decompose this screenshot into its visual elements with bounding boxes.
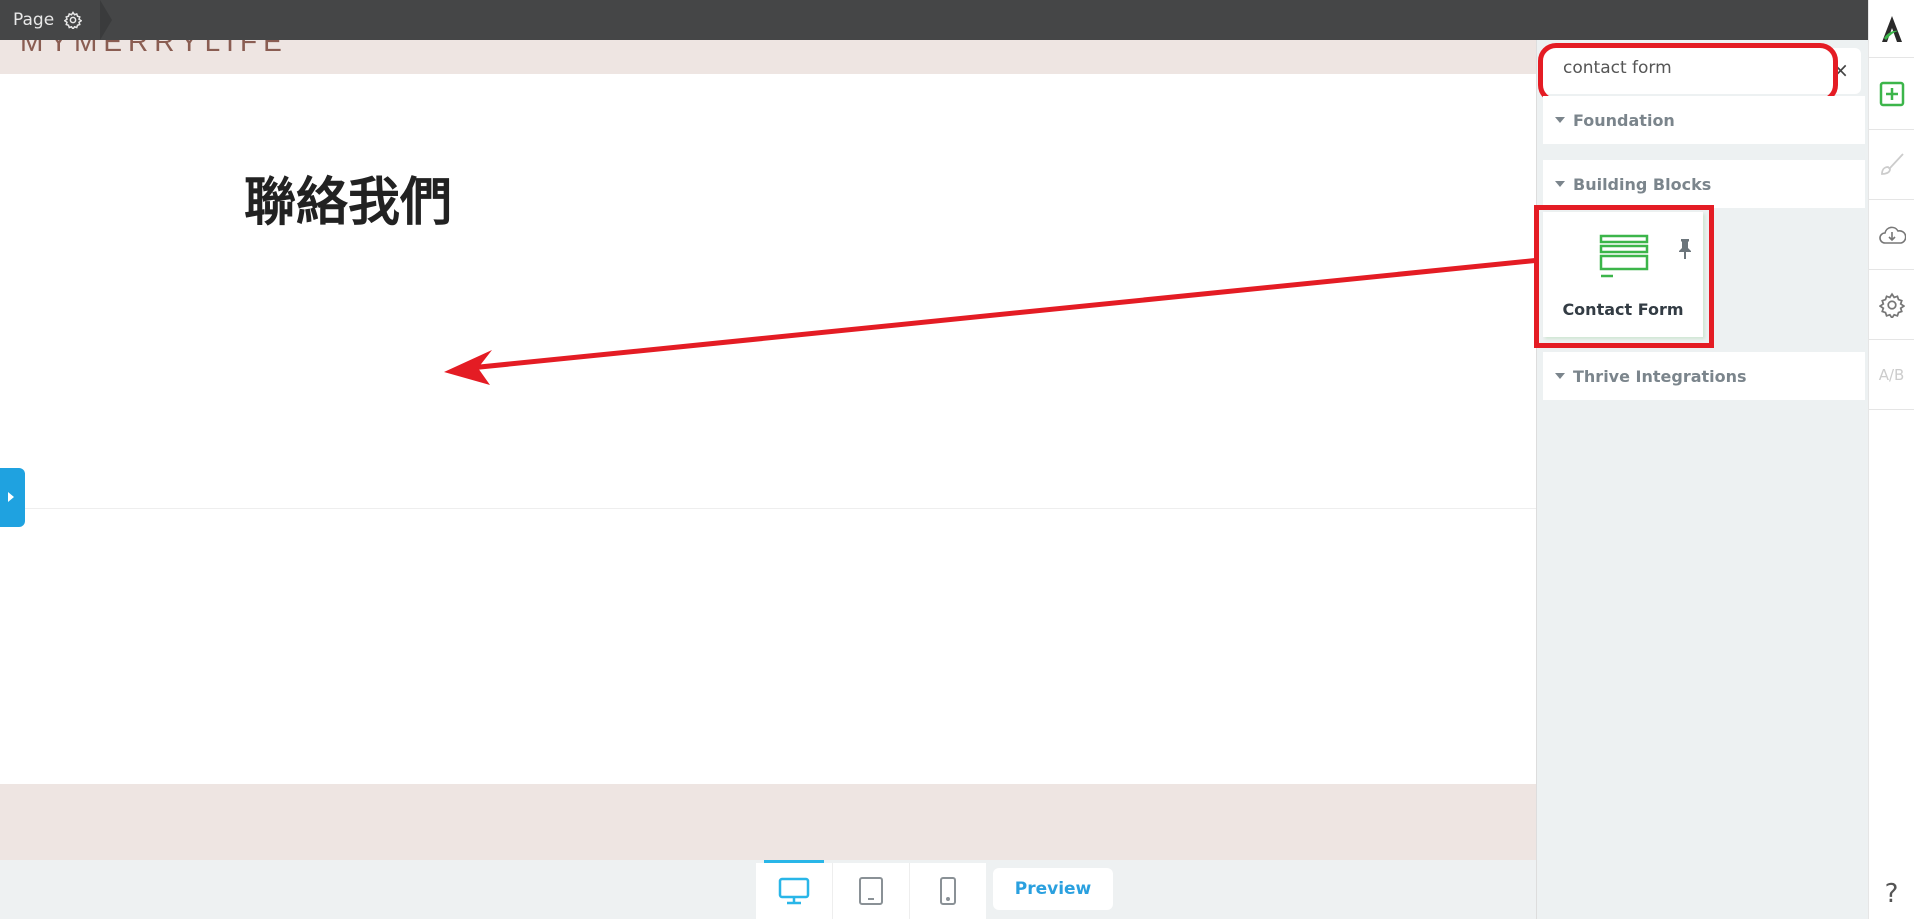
section-label: Thrive Integrations (1573, 366, 1747, 386)
section-label: Building Blocks (1573, 174, 1712, 194)
right-rail: A/B ? (1868, 0, 1914, 919)
section-building-blocks[interactable]: Building Blocks (1543, 160, 1865, 208)
help-button[interactable]: ? (1869, 879, 1914, 909)
bottom-toolbar: Preview (0, 860, 1536, 919)
brush-icon (1880, 152, 1904, 175)
tablet-view-button[interactable] (832, 863, 909, 919)
tablet-icon (859, 877, 883, 905)
preview-button[interactable]: Preview (993, 868, 1113, 910)
search-highlight (1538, 43, 1838, 103)
desktop-view-button[interactable] (756, 860, 832, 919)
thrive-logo-icon (1881, 15, 1902, 42)
mobile-icon (940, 877, 956, 905)
add-element-button[interactable] (1869, 58, 1914, 130)
elements-panel: × Foundation Building Blocks Contact For… (1534, 40, 1868, 919)
section-label: Foundation (1573, 110, 1675, 130)
desktop-icon (778, 877, 810, 905)
device-switcher (756, 860, 986, 919)
section-thrive-integrations[interactable]: Thrive Integrations (1543, 352, 1865, 400)
result-highlight (1534, 205, 1714, 348)
style-button[interactable] (1869, 130, 1914, 200)
help-icon: ? (1884, 879, 1899, 909)
settings-button[interactable] (1869, 270, 1914, 340)
caret-down-icon (1555, 373, 1565, 379)
thrive-logo (1869, 0, 1914, 58)
caret-down-icon (1555, 181, 1565, 187)
section-foundation[interactable]: Foundation (1543, 96, 1865, 144)
gear-icon (1878, 292, 1905, 318)
cloud-download-icon (1878, 226, 1906, 244)
add-element-icon (1879, 81, 1904, 106)
cloud-templates-button[interactable] (1869, 200, 1914, 270)
ab-test-icon: A/B (1878, 365, 1905, 384)
ab-test-button[interactable]: A/B (1869, 340, 1914, 410)
mobile-view-button[interactable] (909, 863, 986, 919)
caret-down-icon (1555, 117, 1565, 123)
